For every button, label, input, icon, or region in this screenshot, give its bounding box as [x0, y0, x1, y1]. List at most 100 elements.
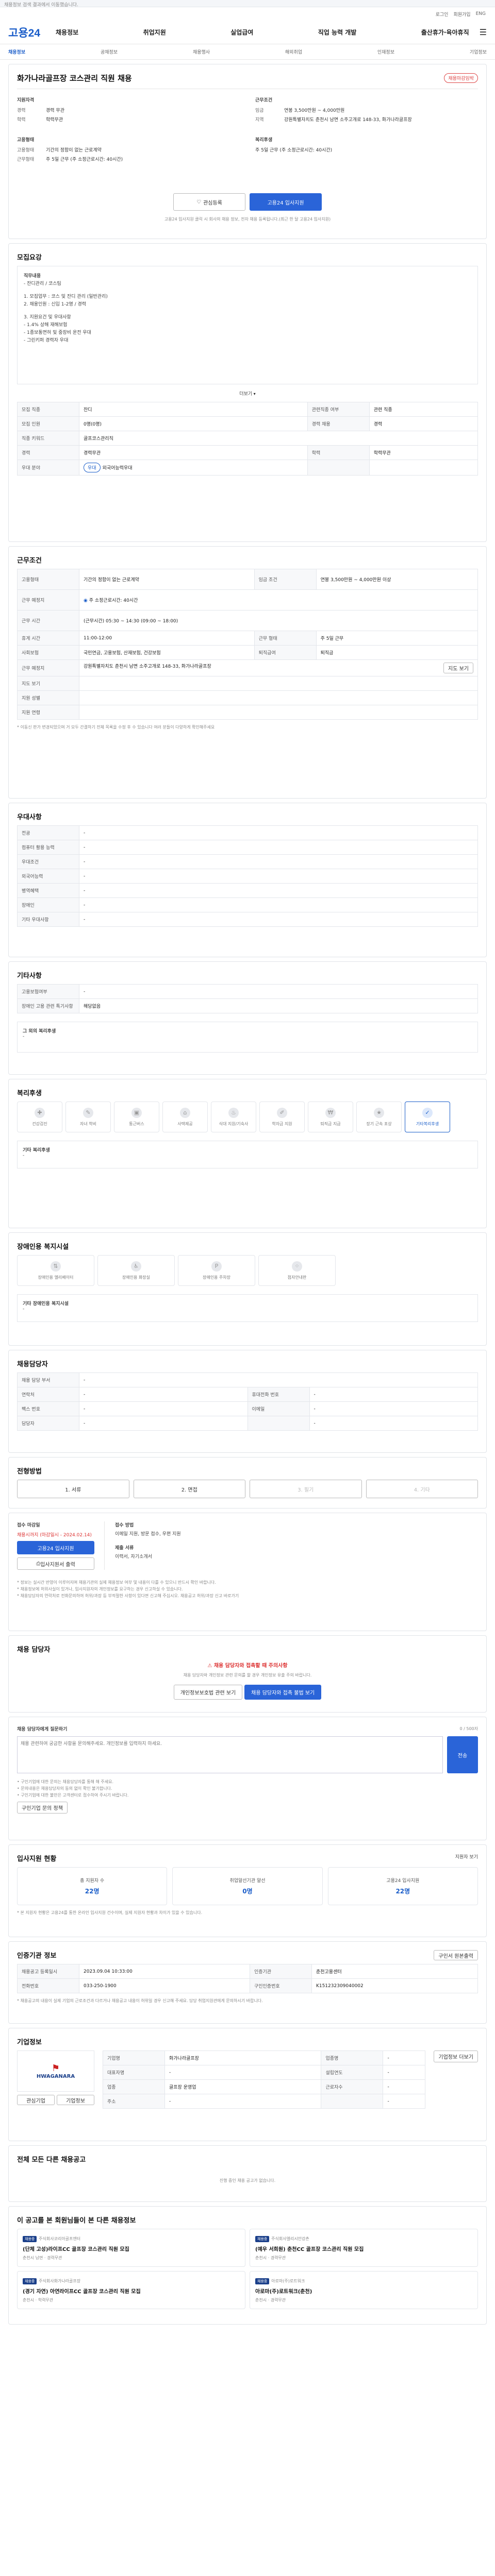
- language-link[interactable]: ENG: [476, 11, 486, 16]
- cell-label: 기타 우대사항: [17, 912, 79, 927]
- site-logo[interactable]: 고용24: [8, 25, 40, 40]
- pref-badge: 우대: [84, 463, 101, 472]
- worktime-label: 근무형태: [17, 157, 35, 162]
- cell-label: 사회보험: [17, 645, 79, 660]
- cell-value: 화가나라골프장: [164, 2050, 322, 2065]
- save-job-button[interactable]: ♡ 관심등록: [173, 193, 245, 211]
- rec-title: (경기 자연) 아연라이프CC 골프장 코스관리 직원 모집: [23, 2289, 141, 2295]
- cell-label: 팩스 번호: [17, 1401, 79, 1416]
- subnav-public[interactable]: 공채정보: [101, 48, 118, 55]
- preference-table: 전공 - 컴퓨터 활용 능력 - 우대조건 - 외국어능력 - 병역혜택 - 장애인 - 기…: [17, 825, 478, 927]
- print-application-button[interactable]: ⎙ 입사지원서 출력: [17, 1557, 94, 1570]
- rec-company: 주식회사화가나라골프장: [39, 2279, 81, 2283]
- disability-label: 장애인용 화장실: [122, 1275, 151, 1280]
- stat-label: 총 지원자 수: [80, 1878, 105, 1884]
- cell-value: 퇴직금: [316, 645, 478, 660]
- cell-value: 033-250-1900: [79, 1978, 250, 1993]
- favorite-company-button[interactable]: 관심기업: [17, 2095, 55, 2105]
- cell-label: 채용 담당 부서: [17, 1372, 79, 1387]
- cell-label: 설립연도: [321, 2065, 384, 2080]
- subnav-overseas[interactable]: 해외취업: [285, 48, 302, 55]
- hours-text: 주 소정근로시간: 40시간: [89, 598, 138, 603]
- recommend-card[interactable]: 채용중 주식회사엘리시안강촌 (예우 서희원) 춘천CC 골프장 코스관리 직원 …: [250, 2229, 478, 2267]
- other-info-section: 기타사항 고용보험여부 - 장애인 고용 관련 특기사항 해당없음 그 외의 복리후…: [8, 961, 487, 1075]
- braille-icon: ⁘: [292, 1261, 302, 1272]
- print-original-button[interactable]: 구인서 원본출력: [434, 1950, 478, 1960]
- type-value: 기간의 정함이 없는 근로계약: [46, 148, 102, 153]
- other-jobs-section: 전체 모든 다른 채용공고 진행 중인 채용 공고가 없습니다.: [8, 2145, 487, 2202]
- cell-label: 경력: [17, 445, 79, 460]
- cell-label: 장애인 고용 관련 특기사항: [17, 998, 79, 1013]
- map-button[interactable]: 지도 보기: [443, 663, 473, 673]
- cell-label: 연락처: [17, 1387, 79, 1402]
- cell-label: 고용형태: [17, 569, 79, 590]
- apply-button[interactable]: 고용24 입사지원: [250, 193, 322, 211]
- other-welfare-value: -: [23, 1034, 25, 1039]
- login-link[interactable]: 로그인: [436, 11, 449, 18]
- cell-value: 0명(0명): [79, 416, 308, 431]
- job-summary-card: 화가나라골프장 코스관리 직원 채용 채용마감임박 지원자격 경력 경력 무관 학…: [8, 64, 487, 239]
- welfare-label: 통근버스: [129, 1121, 144, 1126]
- cell-label: 이메일: [247, 1401, 310, 1416]
- signup-link[interactable]: 회원가입: [453, 11, 470, 18]
- nav-training[interactable]: 직업 능력 개발: [318, 28, 357, 37]
- cell-label: 경력 채용: [307, 416, 370, 431]
- rec-title: (예우 서희원) 춘천CC 골프장 코스관리 직원 모집: [255, 2247, 364, 2252]
- stat-label: 취업알선기관 알선: [229, 1878, 266, 1884]
- cell-label: 주소: [103, 2094, 165, 2109]
- edu-value: 학력무관: [46, 117, 63, 123]
- desc-line: 직무내용: [24, 274, 41, 279]
- method-step: 3. 필기: [250, 1480, 362, 1498]
- cell-value: 경력무관: [79, 445, 308, 460]
- subnav-company[interactable]: 기업정보: [470, 48, 487, 55]
- cell-label: 근무 형태: [254, 631, 317, 646]
- cell-value: 연봉 3,500만원 ~ 4,000만원 이상: [316, 569, 478, 590]
- company-info-button[interactable]: 기업정보: [57, 2095, 94, 2105]
- privacy-law-button[interactable]: 개인정보보호법 관련 보기: [173, 1685, 243, 1700]
- welfare-label: 건강검진: [32, 1121, 47, 1126]
- qualification-heading: 지원자격: [17, 98, 35, 103]
- subnav-jobs[interactable]: 채용정보: [8, 48, 25, 55]
- nav-jobs[interactable]: 채용정보: [56, 28, 78, 37]
- question-input[interactable]: [17, 1736, 443, 1773]
- recommend-card[interactable]: 채용중 주식회사코리아골프엔터 (단체 고성)라이프CC 골프장 코스관리 직원 …: [17, 2229, 245, 2267]
- doc-title: 제출 서류: [115, 1546, 134, 1551]
- apply-online-button[interactable]: 고용24 입사지원: [17, 1541, 94, 1554]
- selection-method-section: 전형방법 1. 서류 2. 면접 3. 필기 4. 기타: [8, 1457, 487, 1509]
- more-button[interactable]: 더보기: [239, 392, 252, 397]
- company-detail-button[interactable]: 기업정보 더보기: [434, 2050, 478, 2062]
- other-jobs-title: 전체 모든 다른 채용공고: [17, 2156, 86, 2164]
- illegal-contact-button[interactable]: 채용 담당자와 접촉 불법 보기: [244, 1685, 322, 1700]
- cell-label: [321, 2094, 384, 2109]
- welfare-label: 퇴직금 지급: [320, 1121, 341, 1126]
- agency-title: 인증기관 정보: [17, 1952, 57, 1960]
- recommend-card[interactable]: 채용중 아로마(주)로트워크 아로마(주)로트워크(춘천) 춘천시 · 경력무관: [250, 2271, 478, 2309]
- rec-meta: 춘천시 · 경력무관: [255, 2298, 286, 2302]
- cell-value: -: [383, 2094, 426, 2109]
- nav-support[interactable]: 취업지원: [143, 28, 166, 37]
- policy-button[interactable]: 구인기업 문의 정책: [17, 1802, 68, 1814]
- question-count: 0 / 500자: [459, 1726, 478, 1731]
- cell-value: -: [164, 2065, 322, 2080]
- nav-unemployment[interactable]: 실업급여: [230, 28, 253, 37]
- nav-leave[interactable]: 출산휴가·육아휴직: [421, 28, 469, 37]
- agency-table: 채용공고 등록일시 2023.09.04 10:33:00 인증기관 춘천고용센터 전…: [17, 1964, 478, 1993]
- welfare-label: 식대 지원/기숙사: [219, 1121, 249, 1126]
- cell-value: 강원특별자치도 춘천시 남면 소주고개로 148-33, 화가나라골프장 지도 보…: [79, 659, 478, 676]
- warning-desc: 채용 담당자와 개인정보 관련 문의를 할 경우 개인정보 유출 주의 바랍니다…: [183, 1673, 312, 1677]
- cell-value: [369, 460, 478, 476]
- cell-value: (근무시간) 05:30 ~ 14:30 (09:00 ~ 18:00): [79, 610, 478, 631]
- subnav-events[interactable]: 채용행사: [193, 48, 210, 55]
- job-description-box: 직무내용 - 잔디관리 / 코스팀 1. 모집업무 : 코스 및 잔디 관리 (…: [17, 266, 478, 384]
- apply-method-value: 이메일 지원, 방문 접수, 우편 지원: [115, 1532, 181, 1537]
- desc-line: 3. 지원요건 및 우대사항: [24, 315, 71, 320]
- menu-icon[interactable]: ☰: [480, 27, 487, 37]
- question-submit-button[interactable]: 전송: [447, 1736, 478, 1773]
- region-value: 강원특별자치도 춘천시 남면 소주고개로 148-33, 화가나라골프장: [284, 117, 412, 123]
- subnav-talent[interactable]: 인재정보: [377, 48, 394, 55]
- recommend-card[interactable]: 채용중 주식회사화가나라골프장 (경기 자연) 아연라이프CC 골프장 코스관리 …: [17, 2271, 245, 2309]
- company-logo: ⚑ HWAGANARA: [17, 2050, 94, 2092]
- stats-more-link[interactable]: 지원자 보기: [455, 1853, 478, 1867]
- condition-table: 고용형태 기간의 정함이 없는 근로계약 임금 조건 연봉 3,500만원 ~ 4,0…: [17, 569, 478, 720]
- cell-value: [79, 676, 478, 691]
